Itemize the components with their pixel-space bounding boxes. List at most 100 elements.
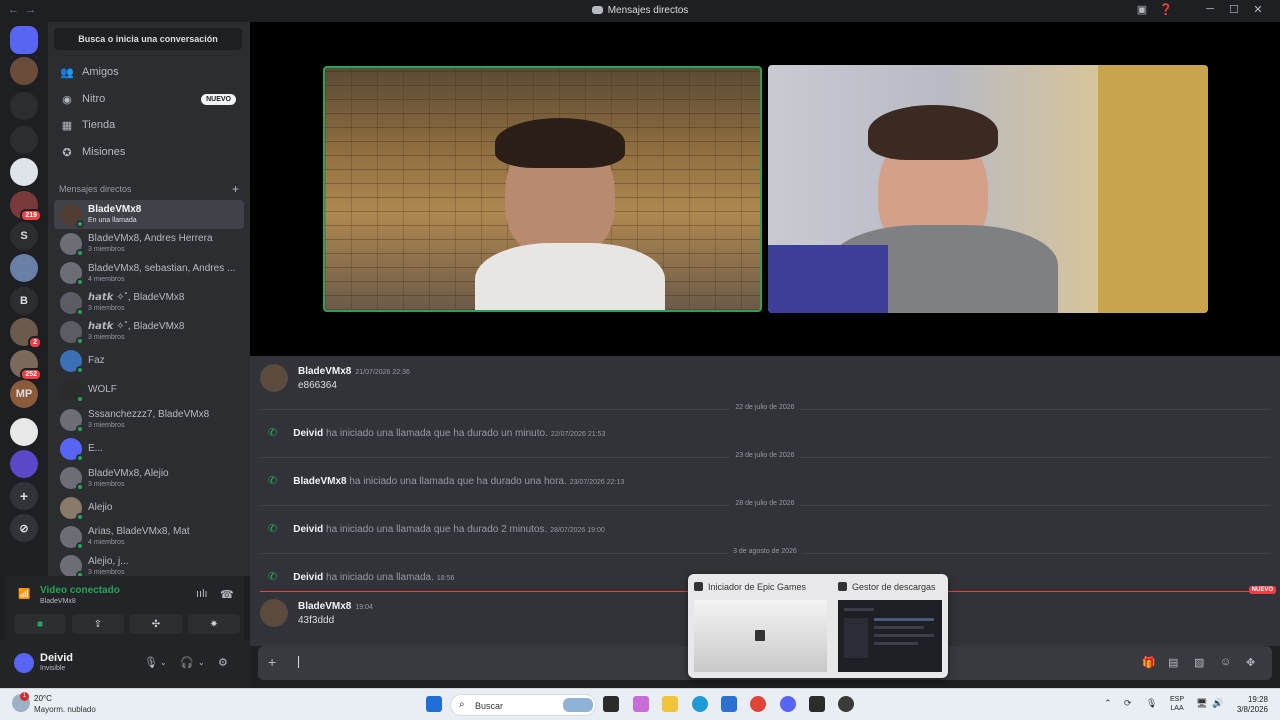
store-icon[interactable]: [721, 696, 737, 712]
screen-share-button[interactable]: ⇪: [72, 614, 124, 634]
discord-icon[interactable]: [780, 696, 796, 712]
avatar[interactable]: [14, 653, 34, 673]
minimize-icon[interactable]: ─: [1198, 3, 1222, 16]
help-icon[interactable]: ❓: [1154, 3, 1178, 16]
steam-icon[interactable]: [838, 696, 854, 712]
dm-item[interactable]: BladeVMx8, sebastian, Andres ... 4 miembr…: [54, 259, 244, 288]
dm-name: Sssanchezzz7, BladeVMx8: [88, 409, 210, 421]
signal-icon[interactable]: 📶: [18, 589, 30, 600]
network-icon[interactable]: 🖥: [1196, 698, 1207, 709]
date-divider: 3 de agosto de 2026: [260, 548, 1270, 555]
weather-condition: Mayorm. nublado: [34, 705, 96, 714]
avatar[interactable]: [260, 599, 288, 627]
sync-icon[interactable]: ⟳: [1124, 698, 1132, 709]
epic-games-icon[interactable]: [809, 696, 825, 712]
copilot-icon[interactable]: [633, 696, 649, 712]
dm-name: Arias, BladeVMx8, Mat: [88, 526, 190, 538]
create-dm-icon[interactable]: +: [232, 182, 239, 196]
nav-quests[interactable]: ✪ Misiones: [54, 140, 244, 164]
server-icon[interactable]: 219: [10, 191, 42, 222]
discover-icon[interactable]: ⊘: [10, 514, 38, 542]
camera-button[interactable]: ■: [14, 614, 66, 634]
nav-nitro[interactable]: ◉ Nitro NUEVO: [54, 87, 244, 111]
server-icon[interactable]: [10, 158, 38, 186]
task-view-icon[interactable]: [603, 696, 619, 712]
dm-item[interactable]: BladeVMx8, Alejio 3 miembros: [54, 464, 244, 493]
server-icon[interactable]: [10, 418, 38, 446]
server-icon[interactable]: 252: [10, 350, 42, 381]
gif-icon[interactable]: ▤: [1168, 656, 1178, 669]
weather-icon[interactable]: 1: [12, 692, 30, 712]
server-icon[interactable]: MP: [10, 380, 38, 408]
chevron-down-icon[interactable]: ⌄: [198, 658, 205, 667]
sticker-icon[interactable]: ▧: [1194, 656, 1204, 669]
launcher-thumbnail[interactable]: [694, 600, 827, 672]
server-icon[interactable]: [10, 92, 38, 120]
avatar[interactable]: [260, 364, 288, 392]
dm-item[interactable]: Alejio, j... 3 miembros: [54, 552, 244, 576]
nav-friends[interactable]: 👥 Amigos: [54, 60, 244, 84]
dm-item[interactable]: BladeVMx8, Andres Herrera 3 miembros: [54, 229, 244, 258]
server-icon[interactable]: [10, 126, 38, 154]
search-conversation-button[interactable]: Busca o inicia una conversación: [54, 28, 242, 50]
chrome-icon[interactable]: [750, 696, 766, 712]
add-attachment-icon[interactable]: +: [268, 654, 276, 670]
voice-status[interactable]: Video conectado: [40, 585, 120, 596]
microphone-icon[interactable]: 🎙: [144, 656, 158, 669]
clock[interactable]: 19:28 3/8/2026: [1232, 695, 1268, 715]
gift-icon[interactable]: 🎁: [1142, 656, 1156, 669]
dm-item[interactable]: 𝙝𝙖𝙩𝙠 ✧˚, BladeVMx8 3 miembros: [54, 317, 244, 346]
video-tile-bladevmx8[interactable]: [768, 65, 1208, 313]
microphone-icon[interactable]: 🎙: [1146, 698, 1157, 709]
server-icon[interactable]: [10, 57, 38, 85]
avatar: [60, 496, 84, 521]
maximize-icon[interactable]: ☐: [1222, 3, 1246, 16]
server-icon[interactable]: S: [10, 222, 38, 250]
gear-icon[interactable]: ⚙: [218, 656, 228, 669]
voice-panel: 📶 Video conectado BladeVMx8 ıılı ☎ ■ ⇪ ✣…: [6, 576, 244, 640]
dm-item[interactable]: E...: [54, 434, 244, 463]
dm-item[interactable]: 𝙝𝙖𝙩𝙠 ✧˚, BladeVMx8 3 miembros: [54, 288, 244, 317]
preview-download-manager[interactable]: Gestor de descargas: [838, 582, 936, 592]
friends-icon: 👥: [60, 66, 74, 79]
windows-start-icon[interactable]: [426, 696, 442, 712]
volume-icon[interactable]: 🔊: [1212, 698, 1223, 709]
chevron-down-icon[interactable]: ⌄: [160, 658, 167, 667]
home-button[interactable]: [10, 26, 38, 54]
language-indicator[interactable]: ESP LAA: [1170, 695, 1184, 713]
downloads-thumbnail[interactable]: [838, 600, 942, 672]
dm-item[interactable]: Faz: [54, 346, 244, 375]
edge-icon[interactable]: [692, 696, 708, 712]
activities-button[interactable]: ✣: [130, 614, 182, 634]
dm-header: Mensajes directos +: [59, 182, 239, 196]
file-explorer-icon[interactable]: [662, 696, 678, 712]
preview-epic-launcher[interactable]: Iniciador de Epic Games: [694, 582, 806, 592]
apps-icon[interactable]: ✥: [1246, 656, 1255, 669]
emoji-icon[interactable]: ☺: [1220, 656, 1231, 668]
dm-item[interactable]: Arias, BladeVMx8, Mat 4 miembros: [54, 522, 244, 551]
weather-temperature[interactable]: 20°C: [34, 694, 52, 703]
dm-subtext: 4 miembros: [88, 275, 125, 283]
dm-item[interactable]: Sssanchezzz7, BladeVMx8 3 miembros: [54, 405, 244, 434]
server-icon[interactable]: [10, 450, 38, 478]
nav-shop[interactable]: ▦ Tienda: [54, 113, 244, 137]
close-icon[interactable]: ✕: [1246, 3, 1270, 16]
video-stage: [250, 22, 1280, 356]
server-initial: MP: [15, 388, 33, 400]
dm-item[interactable]: Alejio: [54, 493, 244, 522]
server-icon[interactable]: [10, 254, 38, 282]
dm-item[interactable]: BladeVMx8 En una llamada: [54, 200, 244, 230]
chevron-up-icon[interactable]: ⌃: [1104, 698, 1112, 709]
disconnect-icon[interactable]: ☎: [220, 588, 234, 601]
taskbar-search[interactable]: ⌕ Buscar: [450, 694, 596, 716]
server-icon[interactable]: 2: [10, 318, 42, 349]
server-icon[interactable]: B: [10, 287, 38, 315]
headphones-icon[interactable]: 🎧: [180, 656, 194, 669]
add-server-icon[interactable]: +: [10, 482, 38, 510]
dm-item[interactable]: WOLF: [54, 376, 244, 405]
user-name[interactable]: Deivid: [40, 652, 73, 664]
inbox-icon[interactable]: ▣: [1130, 3, 1154, 16]
video-tile-deivid[interactable]: [323, 66, 762, 312]
noise-suppression-icon[interactable]: ıılı: [196, 588, 208, 600]
soundboard-button[interactable]: ✷: [188, 614, 240, 634]
